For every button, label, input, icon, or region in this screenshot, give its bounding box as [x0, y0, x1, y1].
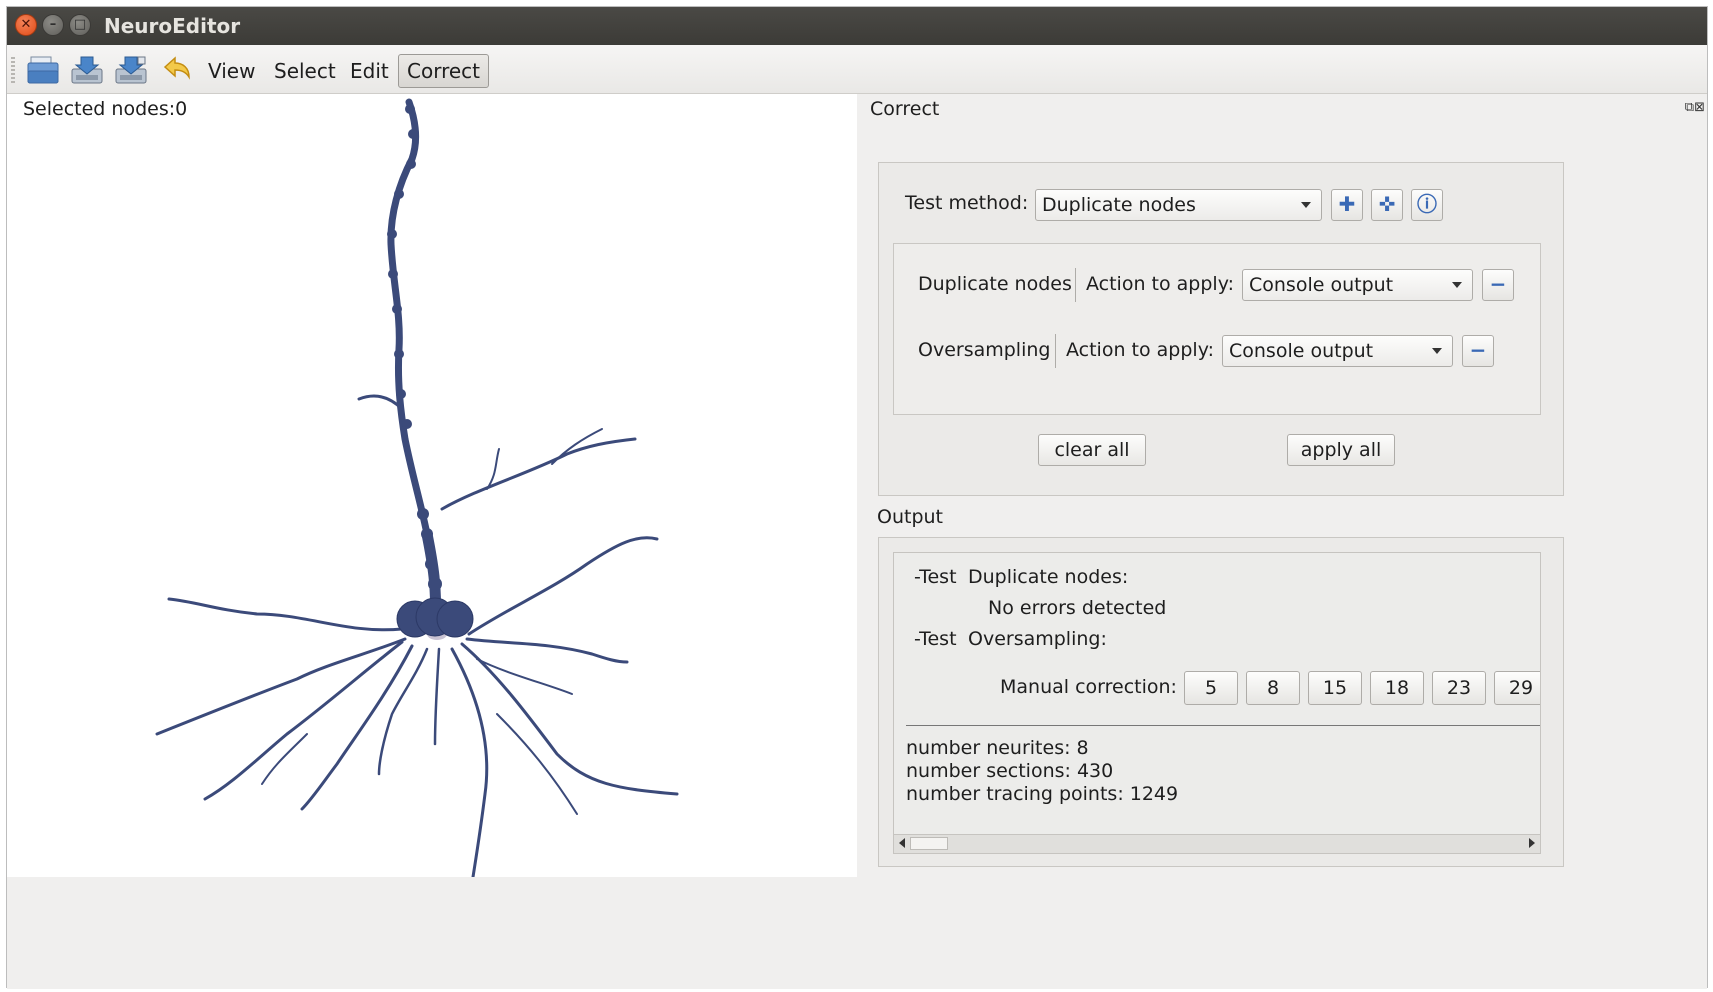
test-method-label: Test method:	[905, 192, 1029, 214]
minimize-icon: –	[49, 17, 57, 32]
add-test-button[interactable]: ✚	[1331, 189, 1363, 221]
stat-sections: number sections: 430	[906, 760, 1114, 782]
selected-nodes-label: Selected nodes:0	[23, 98, 188, 120]
minus-icon: −	[1469, 338, 1487, 362]
output-log[interactable]: -Test Duplicate nodes: No errors detecte…	[893, 552, 1541, 854]
test-name-duplicate: Duplicate nodes	[918, 273, 1072, 295]
output-divider	[906, 725, 1540, 726]
menu-select[interactable]: Select	[268, 57, 342, 85]
chevron-down-icon	[1301, 202, 1311, 208]
menu-view[interactable]: View	[202, 57, 261, 85]
manual-correction-node-button[interactable]: 29	[1494, 671, 1540, 705]
save-icon[interactable]	[69, 53, 105, 87]
add-icon: ✚	[1338, 192, 1356, 216]
minus-icon: −	[1489, 272, 1507, 296]
separator	[1055, 334, 1056, 368]
output-test-duplicate: Duplicate nodes:	[968, 566, 1129, 588]
dock-float-icon[interactable]: ⧉	[1685, 100, 1694, 115]
output-line-prefix: -Test	[914, 566, 957, 588]
output-group: -Test Duplicate nodes: No errors detecte…	[878, 537, 1564, 867]
remove-test-oversampling-button[interactable]: −	[1462, 335, 1494, 367]
manual-correction-node-button[interactable]: 8	[1246, 671, 1300, 705]
undo-icon[interactable]	[159, 53, 195, 87]
close-window-button[interactable]: ✕	[15, 14, 37, 36]
close-icon: ✕	[20, 17, 32, 32]
action-value-duplicate: Console output	[1249, 274, 1394, 296]
manual-correction-label: Manual correction:	[1000, 676, 1177, 698]
menu-correct[interactable]: Correct	[398, 54, 489, 88]
toolbar: View Select Edit Correct	[7, 45, 1707, 94]
neuron-morphology-view[interactable]	[7, 94, 857, 877]
help-icon: ⓘ	[1417, 192, 1437, 216]
manual-correction-node-button[interactable]: 5	[1184, 671, 1238, 705]
app-window: ✕ – □ NeuroEditor View Select Edit Corre…	[6, 6, 1709, 989]
status-bar	[7, 877, 1707, 989]
action-value-oversampling: Console output	[1229, 340, 1374, 362]
chevron-down-icon	[1432, 348, 1442, 354]
manual-correction-node-button[interactable]: 23	[1432, 671, 1486, 705]
test-method-select[interactable]: Duplicate nodes	[1035, 189, 1322, 221]
correct-group: Test method: Duplicate nodes ✚ ✜ ⓘ Dupli…	[878, 162, 1564, 496]
clear-all-button[interactable]: clear all	[1038, 434, 1146, 466]
dock-close-icon[interactable]: ⊠	[1694, 100, 1705, 115]
dock-title: Correct	[870, 98, 940, 120]
window-title: NeuroEditor	[104, 14, 241, 38]
maximize-window-button[interactable]: □	[69, 14, 91, 36]
remove-test-duplicate-button[interactable]: −	[1482, 269, 1514, 301]
test-actions-box: Duplicate nodes Action to apply: Console…	[893, 243, 1541, 415]
output-title: Output	[877, 506, 943, 528]
manual-correction-node-button[interactable]: 15	[1308, 671, 1362, 705]
action-select-duplicate[interactable]: Console output	[1242, 269, 1473, 301]
toolbar-grip[interactable]	[11, 57, 15, 83]
title-bar: ✕ – □ NeuroEditor	[7, 7, 1707, 45]
dock-controls: ⧉⊠	[1685, 100, 1705, 115]
action-label-duplicate: Action to apply:	[1086, 273, 1234, 295]
scrollbar-thumb[interactable]	[910, 837, 948, 850]
menu-edit[interactable]: Edit	[344, 57, 395, 85]
open-file-icon[interactable]	[25, 53, 61, 87]
manual-correction-node-button[interactable]: 18	[1370, 671, 1424, 705]
stat-tracing-points: number tracing points: 1249	[906, 783, 1179, 805]
output-line-prefix: -Test	[914, 628, 957, 650]
scroll-right-icon[interactable]	[1529, 838, 1535, 848]
action-label-oversampling: Action to apply:	[1066, 339, 1214, 361]
maximize-icon: □	[73, 17, 87, 32]
apply-all-button[interactable]: apply all	[1287, 434, 1395, 466]
add-all-icon: ✜	[1378, 192, 1396, 216]
minimize-window-button[interactable]: –	[42, 14, 64, 36]
separator	[1075, 268, 1076, 302]
scroll-left-icon[interactable]	[899, 838, 905, 848]
chevron-down-icon	[1452, 282, 1462, 288]
help-button[interactable]: ⓘ	[1411, 189, 1443, 221]
neuron-3d-viewer[interactable]: Selected nodes:0	[7, 94, 857, 877]
action-select-oversampling[interactable]: Console output	[1222, 335, 1453, 367]
horizontal-scrollbar[interactable]	[894, 834, 1540, 853]
output-test-oversampling: Oversampling:	[968, 628, 1107, 650]
add-all-tests-button[interactable]: ✜	[1371, 189, 1403, 221]
stat-neurites: number neurites: 8	[906, 737, 1089, 759]
save-as-icon[interactable]	[113, 53, 149, 87]
output-no-errors: No errors detected	[988, 597, 1167, 619]
correct-dock-panel: Correct ⧉⊠ Test method: Duplicate nodes …	[858, 94, 1709, 877]
test-name-oversampling: Oversampling	[918, 339, 1051, 361]
test-method-value: Duplicate nodes	[1042, 194, 1196, 216]
